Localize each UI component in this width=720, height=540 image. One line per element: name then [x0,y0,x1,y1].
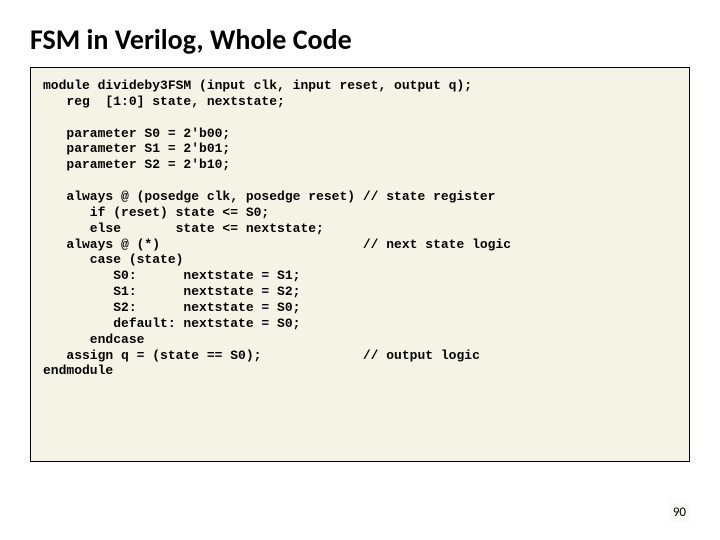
slide-title: FSM in Verilog, Whole Code [30,22,690,57]
page-number: 90 [669,503,690,522]
code-block: module divideby3FSM (input clk, input re… [43,78,677,379]
slide: FSM in Verilog, Whole Code module divide… [0,0,720,540]
code-block-container: module divideby3FSM (input clk, input re… [30,67,690,462]
